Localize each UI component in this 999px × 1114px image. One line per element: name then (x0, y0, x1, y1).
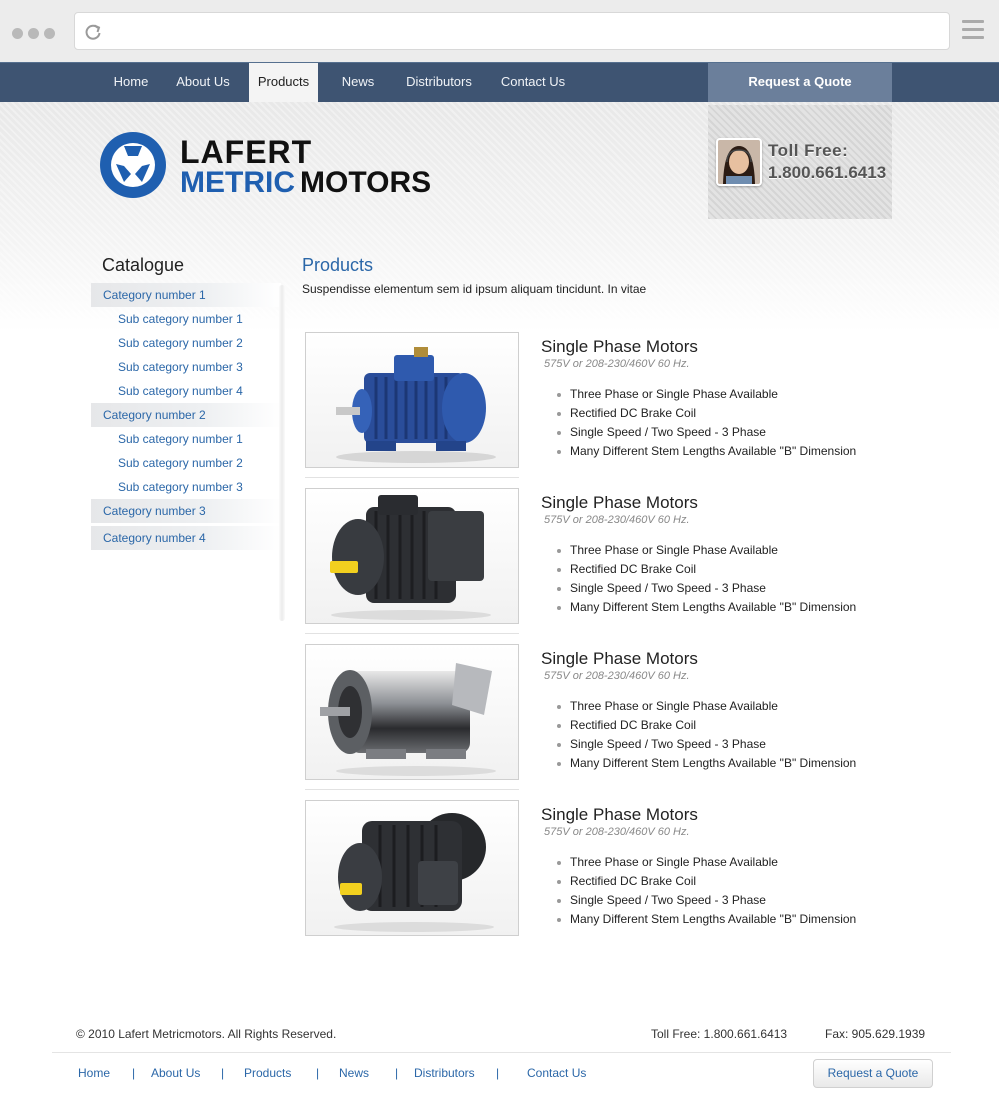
footer-separator: | (496, 1066, 500, 1080)
footer-link-about-us[interactable]: About Us (151, 1066, 200, 1080)
feature-item: Many Different Stem Lengths Available "B… (555, 442, 856, 461)
company-logo[interactable]: LAFERT METRIC MOTORS (100, 130, 460, 200)
feature-item: Rectified DC Brake Coil (555, 716, 856, 735)
reload-icon[interactable] (83, 22, 103, 42)
product-separator (305, 477, 519, 478)
product-spec: 575V or 208-230/460V 60 Hz. (544, 514, 690, 526)
black-motor-image[interactable] (305, 800, 519, 936)
footer-link-contact-us[interactable]: Contact Us (527, 1066, 586, 1080)
feature-list: Three Phase or Single Phase Available Re… (555, 697, 856, 773)
subcategory-item[interactable]: Sub category number 3 (91, 475, 281, 499)
footer-request-quote-button[interactable]: Request a Quote (813, 1059, 933, 1088)
product-card: Single Phase Motors 575V or 208-230/460V… (305, 644, 925, 794)
product-card: Single Phase Motors 575V or 208-230/460V… (305, 488, 925, 638)
window-dot-icon[interactable] (12, 28, 23, 39)
nav-products[interactable]: Products (249, 63, 318, 102)
nav-news[interactable]: News (330, 63, 386, 102)
feature-item: Rectified DC Brake Coil (555, 872, 856, 891)
window-dot-icon[interactable] (44, 28, 55, 39)
nav-contact-us[interactable]: Contact Us (492, 63, 574, 102)
toll-free-number[interactable]: 1.800.661.6413 (768, 163, 886, 183)
feature-list: Three Phase or Single Phase Available Re… (555, 385, 856, 461)
product-separator (305, 633, 519, 634)
product-name[interactable]: Single Phase Motors (541, 649, 698, 669)
footer-link-distributors[interactable]: Distributors (414, 1066, 475, 1080)
feature-item: Many Different Stem Lengths Available "B… (555, 910, 856, 929)
footer-toll-free: Toll Free: 1.800.661.6413 (651, 1027, 788, 1041)
logo-line1: LAFERT (180, 134, 312, 170)
toll-free-label: Toll Free: (768, 141, 849, 160)
feature-item: Three Phase or Single Phase Available (555, 541, 856, 560)
subcategory-item[interactable]: Sub category number 3 (91, 355, 281, 379)
category-item[interactable]: Category number 1 (91, 283, 281, 307)
subcategory-item[interactable]: Sub category number 1 (91, 307, 281, 331)
sidebar-divider (279, 285, 285, 621)
subcategory-item[interactable]: Sub category number 2 (91, 451, 281, 475)
product-name[interactable]: Single Phase Motors (541, 337, 698, 357)
product-spec: 575V or 208-230/460V 60 Hz. (544, 826, 690, 838)
request-quote-button[interactable]: Request a Quote (708, 63, 892, 102)
feature-item: Single Speed / Two Speed - 3 Phase (555, 735, 856, 754)
footer-link-news[interactable]: News (339, 1066, 369, 1080)
footer-separator: | (221, 1066, 225, 1080)
black-motor-box-image[interactable] (305, 488, 519, 624)
blue-motor-image[interactable] (305, 332, 519, 468)
feature-item: Single Speed / Two Speed - 3 Phase (555, 423, 856, 442)
copyright-text: © 2010 Lafert Metricmotors. All Rights R… (76, 1027, 337, 1041)
product-spec: 575V or 208-230/460V 60 Hz. (544, 670, 690, 682)
footer-fax: Fax: 905.629.1939 (825, 1027, 926, 1041)
footer-separator: | (132, 1066, 136, 1080)
support-agent-avatar (716, 138, 762, 186)
footer-divider (52, 1052, 951, 1053)
address-bar[interactable] (74, 12, 950, 50)
nav-distributors[interactable]: Distributors (396, 63, 482, 102)
nav-home[interactable]: Home (100, 63, 162, 102)
catalogue-title: Catalogue (102, 255, 185, 275)
footer-link-products[interactable]: Products (244, 1066, 291, 1080)
feature-list: Three Phase or Single Phase Available Re… (555, 541, 856, 617)
feature-item: Single Speed / Two Speed - 3 Phase (555, 579, 856, 598)
product-card: Single Phase Motors 575V or 208-230/460V… (305, 332, 925, 482)
feature-list: Three Phase or Single Phase Available Re… (555, 853, 856, 929)
footer-separator: | (316, 1066, 320, 1080)
product-name[interactable]: Single Phase Motors (541, 805, 698, 825)
product-separator (305, 789, 519, 790)
logo-line2a: METRIC (180, 166, 295, 199)
footer-separator: | (395, 1066, 399, 1080)
window-controls (12, 28, 55, 39)
feature-item: Three Phase or Single Phase Available (555, 385, 856, 404)
page-title: Products (302, 255, 374, 275)
category-item[interactable]: Category number 4 (91, 526, 281, 550)
feature-item: Rectified DC Brake Coil (555, 404, 856, 423)
catalogue-list: Category number 1 Sub category number 1 … (91, 283, 281, 550)
feature-item: Rectified DC Brake Coil (555, 560, 856, 579)
intro-text: Suspendisse elementum sem id ipsum aliqu… (302, 282, 647, 296)
subcategory-item[interactable]: Sub category number 2 (91, 331, 281, 355)
main-nav: Home About Us Products News Distributors… (0, 62, 999, 102)
browser-chrome (0, 0, 999, 62)
logo-line2b: MOTORS (300, 166, 431, 199)
feature-item: Single Speed / Two Speed - 3 Phase (555, 891, 856, 910)
feature-item: Many Different Stem Lengths Available "B… (555, 598, 856, 617)
feature-item: Many Different Stem Lengths Available "B… (555, 754, 856, 773)
hamburger-menu-icon[interactable] (962, 20, 984, 42)
product-name[interactable]: Single Phase Motors (541, 493, 698, 513)
steel-motor-image[interactable] (305, 644, 519, 780)
footer-link-home[interactable]: Home (78, 1066, 110, 1080)
subcategory-item[interactable]: Sub category number 1 (91, 427, 281, 451)
feature-item: Three Phase or Single Phase Available (555, 853, 856, 872)
feature-item: Three Phase or Single Phase Available (555, 697, 856, 716)
nav-about-us[interactable]: About Us (166, 63, 240, 102)
subcategory-item[interactable]: Sub category number 4 (91, 379, 281, 403)
product-card: Single Phase Motors 575V or 208-230/460V… (305, 800, 925, 950)
window-dot-icon[interactable] (28, 28, 39, 39)
category-item[interactable]: Category number 3 (91, 499, 281, 523)
product-spec: 575V or 208-230/460V 60 Hz. (544, 358, 690, 370)
category-item[interactable]: Category number 2 (91, 403, 281, 427)
